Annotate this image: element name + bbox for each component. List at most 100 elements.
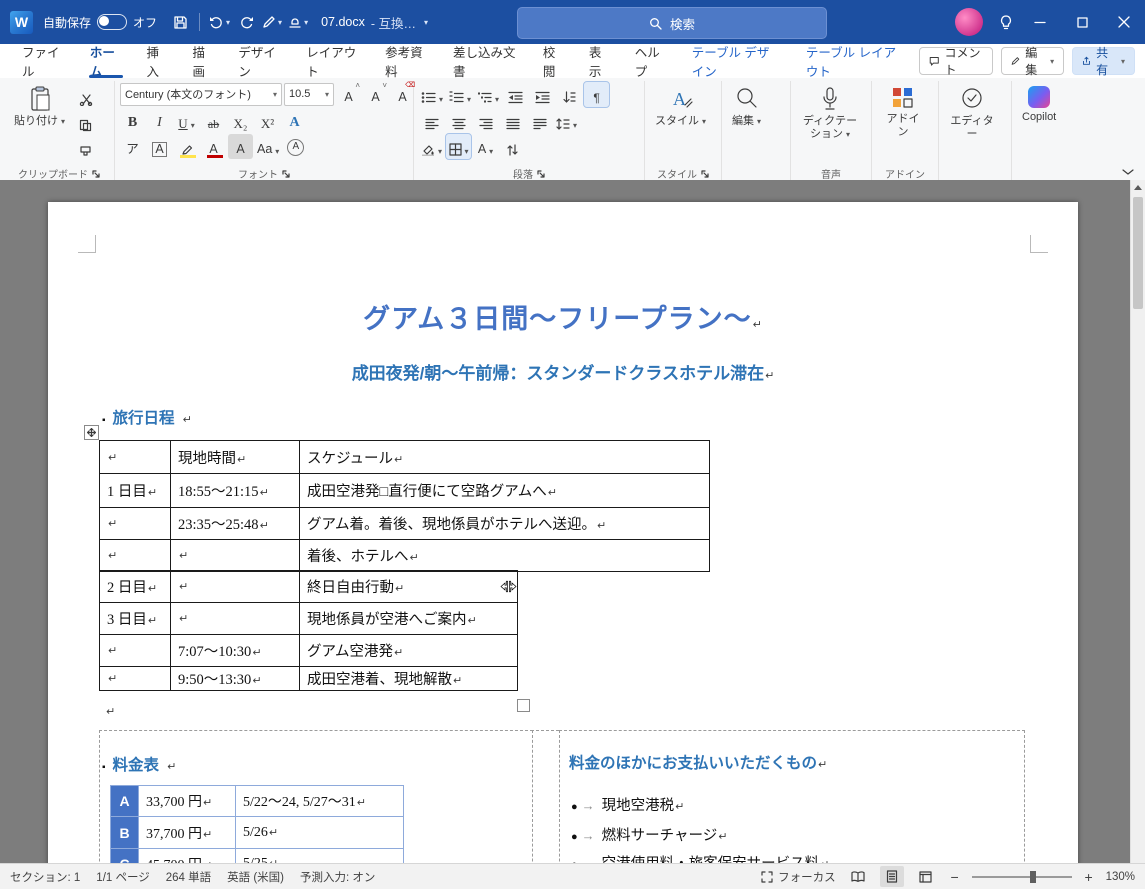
justify-button[interactable] — [500, 108, 525, 133]
table-cell[interactable]: ↵ — [100, 441, 171, 474]
table-cell-price[interactable]: 45,700 円↵ — [139, 849, 236, 865]
table-cell[interactable]: ↵ — [171, 603, 300, 635]
table-cell[interactable]: 終日自由行動↵ — [300, 571, 518, 603]
format-painter-button[interactable] — [73, 136, 98, 161]
styles-button[interactable]: A スタイル — [650, 82, 711, 167]
minimize-button[interactable] — [1019, 0, 1061, 44]
share-button[interactable]: 共有 ▾ — [1072, 47, 1135, 75]
shrink-font-button[interactable]: A — [363, 82, 388, 107]
table-cell-grade[interactable]: C — [111, 849, 139, 865]
editing-button[interactable]: 編集 — [727, 82, 766, 167]
character-shading-button[interactable]: A — [228, 134, 253, 159]
line-spacing-button[interactable] — [554, 108, 579, 133]
dialog-launcher-icon[interactable] — [701, 170, 709, 178]
vertical-scrollbar[interactable] — [1130, 180, 1145, 864]
superscript-button[interactable]: X² — [255, 108, 280, 133]
table-cell[interactable]: 着後、ホテルへ↵ — [300, 540, 710, 572]
dialog-launcher-icon[interactable] — [537, 170, 545, 178]
scrollbar-thumb[interactable] — [1133, 197, 1143, 309]
tab-view[interactable]: 表示 — [577, 44, 623, 78]
tab-table-design[interactable]: テーブル デザイン — [680, 44, 794, 78]
align-right-button[interactable] — [473, 108, 498, 133]
table-cell[interactable]: ↵ — [171, 540, 300, 572]
table-cell[interactable]: 現地時間↵ — [171, 441, 300, 474]
document-subtitle[interactable]: 成田夜発/朝～午前帰：スタンダードクラスホテル滞在↵ — [48, 359, 1078, 384]
table-cell[interactable]: 成田空港発□直行便にて空路グアムへ↵ — [300, 474, 710, 508]
bullets-button[interactable] — [419, 82, 445, 107]
addins-button[interactable]: アドイン — [877, 82, 929, 167]
italic-button[interactable]: I — [147, 108, 172, 133]
increase-indent-button[interactable] — [530, 82, 555, 107]
status-word-count[interactable]: 264 単語 — [166, 869, 211, 885]
underline-button[interactable]: U — [174, 108, 199, 133]
table-cell[interactable]: 9:50～13:30↵ — [171, 667, 300, 691]
tab-layout[interactable]: レイアウト — [294, 44, 373, 78]
page[interactable]: グアム３日間～フリープラン～↵ 成田夜発/朝～午前帰：スタンダードクラスホテル滞… — [48, 202, 1078, 864]
show-formatting-marks-button[interactable] — [584, 82, 609, 107]
table-cell[interactable]: 3 日目↵ — [100, 603, 171, 635]
document-title-menu[interactable]: 07.docx - 互換… ▾ — [321, 13, 428, 32]
stamp-quick-access-button[interactable]: ▾ — [285, 8, 311, 36]
zoom-out-button[interactable]: − — [948, 869, 962, 885]
table-cell[interactable]: ↵ — [100, 540, 171, 572]
align-center-button[interactable] — [446, 108, 471, 133]
tab-mailings[interactable]: 差し込み文書 — [441, 44, 531, 78]
enclose-characters-button[interactable]: A — [283, 134, 308, 159]
tab-help[interactable]: ヘルプ — [623, 44, 680, 78]
pen-quick-access-button[interactable]: ▾ — [259, 8, 285, 36]
focus-mode-button[interactable]: フォーカス — [761, 869, 836, 885]
dictation-button[interactable]: ディクテーション — [796, 82, 864, 167]
shading-button[interactable] — [419, 134, 444, 159]
dialog-launcher-icon[interactable] — [92, 170, 100, 178]
zoom-level[interactable]: 130% — [1106, 871, 1135, 883]
copy-button[interactable] — [73, 110, 98, 135]
autosave-control[interactable]: 自動保存 オフ — [43, 14, 157, 31]
editor-button[interactable]: エディター — [944, 82, 1000, 167]
status-section[interactable]: セクション: 1 — [10, 869, 80, 885]
table-cell[interactable]: 23:35～25:48↵ — [171, 508, 300, 540]
extra-charges-heading[interactable]: 料金のほかにお支払いいただくもの↵ — [569, 751, 827, 773]
tab-design[interactable]: デザイン — [226, 44, 294, 78]
tab-references[interactable]: 参考資料 — [373, 44, 441, 78]
table-cell[interactable]: ↵ — [100, 635, 171, 667]
phonetic-guide-button[interactable]: ア — [120, 134, 145, 159]
table-cell[interactable]: グアム着。着後、現地係員がホテルへ送迎。↵ — [300, 508, 710, 540]
document-heading-title[interactable]: グアム３日間～フリープラン～↵ — [48, 297, 1078, 336]
bold-button[interactable]: B — [120, 108, 145, 133]
table-cell[interactable]: 7:07～10:30↵ — [171, 635, 300, 667]
table-cell-grade[interactable]: A — [111, 786, 139, 817]
table-cell[interactable]: グアム空港発↵ — [300, 635, 518, 667]
table-cell[interactable]: ↵ — [100, 667, 171, 691]
table-cell[interactable]: 2 日目↵ — [100, 571, 171, 603]
align-left-button[interactable] — [419, 108, 444, 133]
tab-table-layout[interactable]: テーブル レイアウト — [794, 44, 919, 78]
paste-button[interactable]: 貼り付け — [9, 82, 70, 167]
save-button[interactable] — [167, 8, 193, 36]
borders-button[interactable] — [446, 134, 471, 159]
paragraph-marks-button[interactable] — [500, 134, 525, 159]
table-cell[interactable]: スケジュール↵ — [300, 441, 710, 474]
strikethrough-button[interactable]: ab — [201, 108, 226, 133]
character-border-button[interactable]: A — [147, 134, 172, 159]
scroll-up-button[interactable] — [1131, 180, 1145, 195]
tab-home[interactable]: ホーム — [78, 44, 135, 78]
zoom-in-button[interactable]: + — [1082, 869, 1096, 885]
zoom-slider-thumb[interactable] — [1030, 871, 1036, 883]
dialog-launcher-icon[interactable] — [282, 170, 290, 178]
table-cell[interactable]: 1 日目↵ — [100, 474, 171, 508]
table-cell-price[interactable]: 37,700 円↵ — [139, 817, 236, 849]
read-mode-button[interactable] — [846, 866, 870, 887]
subscript-button[interactable]: X₂ — [228, 108, 253, 133]
multilevel-list-button[interactable] — [475, 82, 501, 107]
autosave-toggle[interactable] — [97, 14, 127, 30]
tab-draw[interactable]: 描画 — [180, 44, 226, 78]
clear-formatting-button[interactable]: A — [390, 82, 415, 107]
numbering-button[interactable] — [447, 82, 473, 107]
distribute-button[interactable] — [527, 108, 552, 133]
status-language[interactable]: 英語 (米国) — [227, 869, 284, 885]
font-name-combo[interactable]: Century (本文のフォント)▾ — [120, 83, 282, 106]
table-cell-dates[interactable]: 5/22～24, 5/27～31↵ — [236, 786, 404, 817]
decrease-indent-button[interactable] — [503, 82, 528, 107]
search-box[interactable]: 検索 — [517, 7, 827, 39]
table-cell-grade[interactable]: B — [111, 817, 139, 849]
